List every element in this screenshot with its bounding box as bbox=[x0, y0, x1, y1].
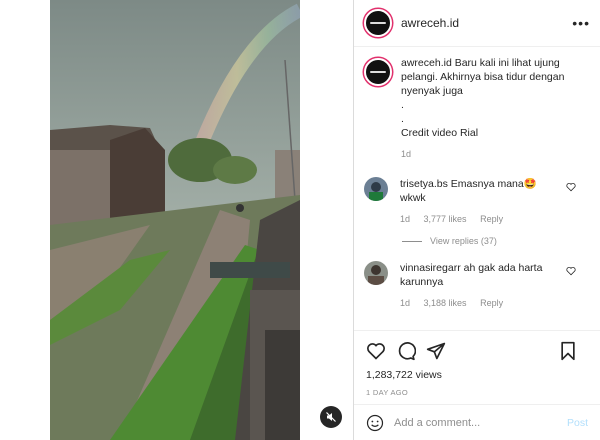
like-heart-icon[interactable] bbox=[366, 341, 386, 361]
avatar-logo bbox=[370, 22, 386, 24]
comment-likes[interactable]: 3,777 likes bbox=[424, 214, 467, 224]
post-actions: 1,283,722 views 1 DAY AGO bbox=[354, 330, 600, 397]
caption-text-block: awreceh.id Baru kali ini lihat ujung pel… bbox=[401, 56, 581, 98]
post-header: awreceh.id ••• bbox=[354, 0, 600, 47]
comments-section: awreceh.id Baru kali ini lihat ujung pel… bbox=[354, 56, 600, 330]
comment-avatar[interactable] bbox=[364, 261, 388, 285]
header-username[interactable]: awreceh.id bbox=[401, 16, 459, 30]
view-count[interactable]: 1,283,722 views bbox=[366, 369, 588, 381]
comment-username[interactable]: vinnasiregarr bbox=[400, 262, 461, 274]
save-bookmark-icon[interactable] bbox=[558, 341, 578, 361]
video-player[interactable] bbox=[50, 0, 300, 440]
post-comment-button[interactable]: Post bbox=[567, 417, 588, 429]
view-replies-button[interactable]: View replies (37) bbox=[402, 236, 590, 246]
add-comment-input[interactable] bbox=[394, 416, 534, 429]
comment-likes[interactable]: 3,188 likes bbox=[424, 298, 467, 308]
comment-username[interactable]: trisetya.bs bbox=[400, 178, 448, 190]
like-comment-heart-icon[interactable] bbox=[566, 266, 576, 276]
replies-divider-line bbox=[402, 240, 422, 242]
comment-avatar-image bbox=[364, 177, 388, 201]
caption-dot: . bbox=[401, 99, 404, 111]
post-details-panel: awreceh.id ••• awreceh.id Baru kali ini … bbox=[353, 0, 600, 440]
caption-meta: 1d bbox=[401, 147, 581, 161]
caption-body: awreceh.id Baru kali ini lihat ujung pel… bbox=[401, 56, 581, 161]
avatar-logo bbox=[370, 71, 386, 73]
caption-username[interactable]: awreceh.id bbox=[401, 57, 452, 69]
emoji-smiley-icon[interactable] bbox=[366, 414, 384, 432]
caption-time[interactable]: 1d bbox=[401, 149, 411, 159]
profile-avatar[interactable] bbox=[364, 9, 392, 37]
comment-time[interactable]: 1d bbox=[400, 298, 410, 308]
caption-credit: Credit video Rial bbox=[401, 127, 479, 139]
comment-avatar-image bbox=[364, 261, 388, 285]
view-replies-label: View replies (37) bbox=[430, 236, 497, 246]
comment-time[interactable]: 1d bbox=[400, 214, 410, 224]
mute-toggle-button[interactable] bbox=[320, 406, 342, 428]
media-panel bbox=[0, 0, 353, 440]
comment-text-block: vinnasiregarr ah gak ada harta karunnya bbox=[400, 261, 560, 289]
post-timestamp[interactable]: 1 DAY AGO bbox=[366, 388, 588, 397]
caption-avatar[interactable] bbox=[364, 58, 392, 86]
caption: awreceh.id Baru kali ini lihat ujung pel… bbox=[364, 56, 590, 161]
comment-meta: 1d 3,777 likes Reply bbox=[400, 212, 560, 226]
caption-dot: . bbox=[401, 113, 404, 125]
instagram-post-view: awreceh.id ••• awreceh.id Baru kali ini … bbox=[0, 0, 600, 440]
like-comment-heart-icon[interactable] bbox=[566, 182, 576, 192]
action-icons-row bbox=[366, 339, 588, 363]
reply-button[interactable]: Reply bbox=[480, 298, 503, 308]
comment-item: vinnasiregarr ah gak ada harta karunnya … bbox=[364, 261, 590, 310]
speaker-muted-icon bbox=[326, 412, 336, 422]
comment-avatar[interactable] bbox=[364, 177, 388, 201]
more-options-icon[interactable]: ••• bbox=[572, 15, 590, 31]
comment-meta: 1d 3,188 likes Reply bbox=[400, 296, 560, 310]
comment-bubble-icon[interactable] bbox=[396, 341, 416, 361]
video-frame bbox=[50, 0, 300, 440]
reply-button[interactable]: Reply bbox=[480, 214, 503, 224]
comment-body: trisetya.bs Emasnya mana🤩 wkwk 1d 3,777 … bbox=[400, 177, 560, 226]
add-comment-bar: Post bbox=[354, 404, 600, 440]
share-paper-plane-icon[interactable] bbox=[426, 341, 446, 361]
comment-text-block: trisetya.bs Emasnya mana🤩 wkwk bbox=[400, 177, 560, 205]
comment-body: vinnasiregarr ah gak ada harta karunnya … bbox=[400, 261, 560, 310]
comment-item: trisetya.bs Emasnya mana🤩 wkwk 1d 3,777 … bbox=[364, 177, 590, 226]
